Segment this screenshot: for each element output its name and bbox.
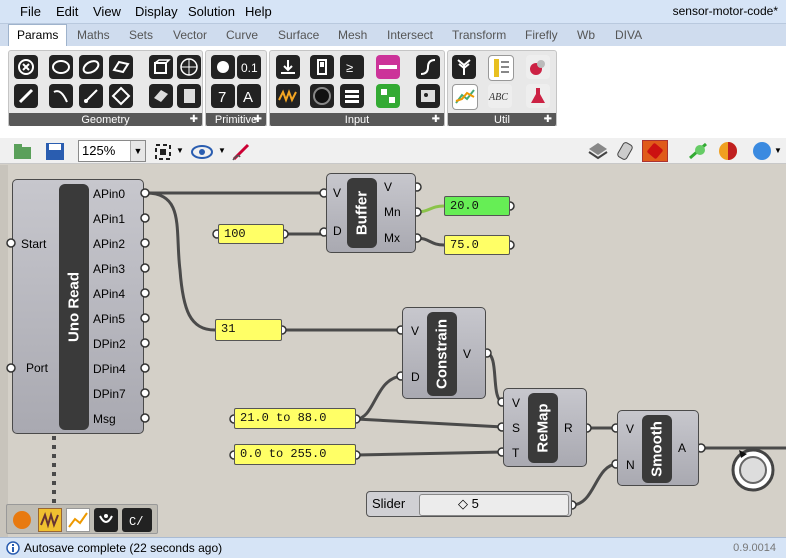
version-label: 0.9.0014 [733, 542, 776, 554]
slider-label: Slider [372, 496, 406, 511]
sensor-value-panel[interactable]: 31 [215, 319, 282, 341]
timer-dial-icon[interactable] [731, 448, 775, 492]
remap-title: ReMap [528, 393, 558, 463]
svg-text:C/: C/ [129, 515, 143, 529]
remap-input-t[interactable]: T [512, 446, 519, 460]
smooth-output-a[interactable]: A [678, 441, 686, 455]
smooth-input-v[interactable]: V [626, 422, 634, 436]
orange-ball-icon[interactable] [10, 508, 34, 532]
smooth-input-n[interactable]: N [626, 458, 635, 472]
target-domain-panel[interactable]: 0.0 to 255.0 [234, 444, 356, 465]
buffer-domain-panel[interactable]: 100 [218, 224, 284, 244]
slider-value-text: 5 [471, 496, 479, 511]
status-text: Autosave complete (22 seconds ago) [24, 541, 223, 555]
serial-icon[interactable] [94, 508, 118, 532]
graph-icon[interactable] [66, 508, 90, 532]
slider-grip-icon: ◇ [458, 496, 468, 511]
buffer-min-panel[interactable]: 20.0 [444, 196, 510, 216]
slider-track[interactable]: ◇ 5 [419, 494, 569, 516]
slider-value[interactable]: ◇ 5 [458, 496, 479, 512]
constrain-title: Constrain [427, 312, 457, 396]
buffer-component[interactable]: Buffer V D V Mn Mx [326, 173, 416, 253]
buffer-input-v[interactable]: V [333, 186, 341, 200]
buffer-title: Buffer [347, 178, 377, 248]
code-icon[interactable]: C/ [122, 508, 152, 532]
smooth-title: Smooth [642, 415, 672, 483]
buffer-input-d[interactable]: D [333, 224, 342, 238]
constrain-component[interactable]: Constrain V D V [402, 307, 486, 399]
source-domain-panel[interactable]: 21.0 to 88.0 [234, 408, 356, 429]
wave-icon[interactable] [38, 508, 62, 532]
buffer-output-mx[interactable]: Mx [384, 231, 400, 245]
buffer-output-mn[interactable]: Mn [384, 205, 401, 219]
remap-input-s[interactable]: S [512, 421, 520, 435]
smooth-component[interactable]: Smooth V N A [617, 410, 699, 486]
buffer-max-panel[interactable]: 75.0 [444, 235, 510, 255]
number-slider[interactable]: Slider ◇ 5 [366, 491, 572, 517]
status-bar: Autosave complete (22 seconds ago) 0.9.0… [0, 537, 786, 558]
constrain-input-v[interactable]: V [411, 324, 419, 338]
remap-input-v[interactable]: V [512, 396, 520, 410]
remap-output-r[interactable]: R [564, 421, 573, 435]
constrain-input-d[interactable]: D [411, 370, 420, 384]
buffer-output-v[interactable]: V [384, 180, 392, 194]
remap-component[interactable]: ReMap V S T R [503, 388, 587, 467]
bottom-toolbar: C/ [6, 504, 158, 534]
info-icon [6, 541, 20, 555]
constrain-output-v[interactable]: V [463, 347, 471, 361]
